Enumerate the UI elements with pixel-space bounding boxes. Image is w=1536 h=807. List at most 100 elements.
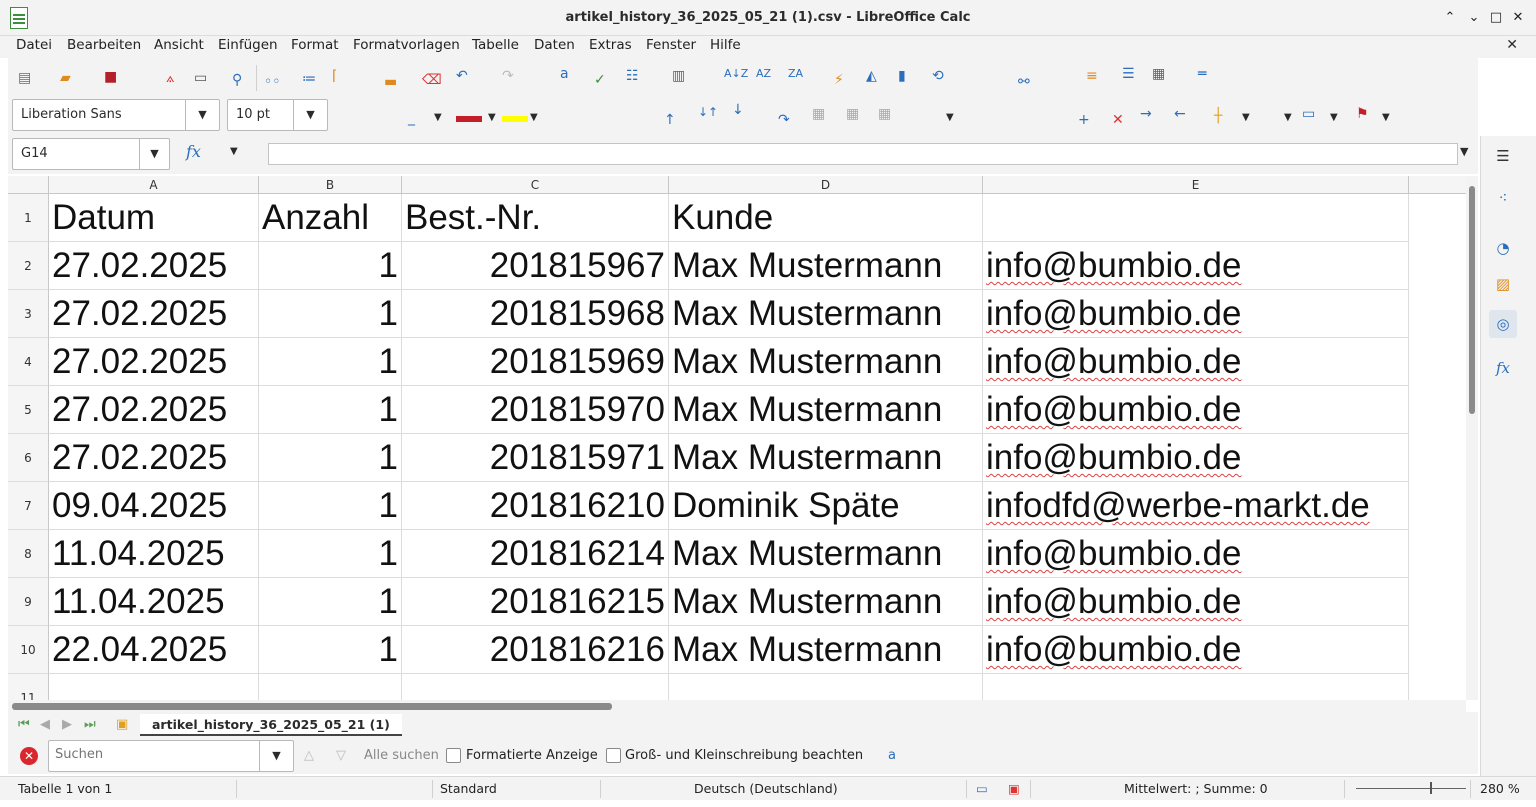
freeze-rows-icon[interactable]: ═ bbox=[1198, 66, 1206, 82]
insert-chart-icon[interactable]: ▮ bbox=[898, 68, 906, 84]
cell-a8[interactable]: 11.04.2025 bbox=[49, 530, 259, 578]
cell-a4[interactable]: 27.02.2025 bbox=[49, 338, 259, 386]
column-header-a[interactable]: A bbox=[49, 176, 259, 194]
unmerge-cells-icon[interactable]: ▦ bbox=[878, 106, 891, 122]
pivot-table-icon[interactable]: ⟲ bbox=[932, 68, 944, 84]
hyperlink-icon[interactable]: ⚯ bbox=[1018, 74, 1030, 90]
row-header[interactable]: 10 bbox=[8, 626, 49, 674]
cell-c6[interactable]: 201815971 bbox=[402, 434, 669, 482]
column-icon[interactable]: ▥ bbox=[672, 68, 685, 84]
close-find-icon[interactable]: ✕ bbox=[20, 747, 38, 765]
cell-b2[interactable]: 1 bbox=[259, 242, 402, 290]
find-next-icon[interactable]: ▽ bbox=[336, 748, 346, 763]
sheet-tab[interactable]: artikel_history_36_2025_05_21 (1) bbox=[140, 714, 402, 736]
increase-indent-icon[interactable]: → bbox=[1140, 106, 1152, 122]
cell-b1[interactable]: Anzahl bbox=[259, 194, 402, 242]
insert-image-icon[interactable]: ◭ bbox=[866, 68, 877, 84]
cell-e8[interactable]: info@bumbio.de bbox=[983, 530, 1409, 578]
search-input-box[interactable]: ▼ bbox=[48, 740, 294, 772]
align-top-icon[interactable]: ↑ bbox=[664, 112, 676, 128]
document-modified-icon[interactable]: ▣ bbox=[1008, 781, 1020, 796]
close-window-button[interactable]: ✕ bbox=[1508, 8, 1528, 28]
row-header[interactable]: 1 bbox=[8, 194, 49, 242]
delete-decimal-icon[interactable]: ✕ bbox=[1112, 112, 1124, 128]
cell-d11[interactable] bbox=[669, 674, 983, 700]
export-pdf-icon[interactable]: ⟑ bbox=[166, 70, 175, 86]
zoom-level[interactable]: 280 % bbox=[1480, 781, 1520, 796]
sort-descending-icon[interactable]: ZA bbox=[788, 66, 803, 82]
cell-e10[interactable]: info@bumbio.de bbox=[983, 626, 1409, 674]
border-color-icon[interactable]: ▭ bbox=[1302, 106, 1315, 122]
autofilter-icon[interactable]: ⚡ bbox=[834, 72, 844, 88]
cell-d10[interactable]: Max Mustermann bbox=[669, 626, 983, 674]
cell-e5[interactable]: info@bumbio.de bbox=[983, 386, 1409, 434]
previous-sheet-icon[interactable]: ◀ bbox=[40, 717, 50, 732]
chevron-down-icon[interactable]: ▼ bbox=[1382, 110, 1390, 126]
clone-formatting-icon[interactable]: ⌈ bbox=[332, 68, 337, 84]
print-icon[interactable]: ▭ bbox=[194, 70, 207, 86]
cell-e3[interactable]: info@bumbio.de bbox=[983, 290, 1409, 338]
borders-icon[interactable]: ┼ bbox=[1214, 108, 1222, 124]
name-box[interactable]: G14 ▼ bbox=[12, 138, 170, 170]
menu-ansicht[interactable]: Ansicht bbox=[154, 37, 204, 53]
merge-center-icon[interactable]: ▦ bbox=[846, 106, 859, 122]
menu-hilfe[interactable]: Hilfe bbox=[710, 37, 741, 53]
cell-d5[interactable]: Max Mustermann bbox=[669, 386, 983, 434]
column-header-e[interactable]: E bbox=[983, 176, 1409, 194]
chevron-down-icon[interactable]: ▼ bbox=[230, 146, 238, 157]
match-case-checkbox[interactable] bbox=[606, 748, 621, 763]
add-sheet-icon[interactable]: ▣ bbox=[116, 717, 128, 732]
row-header[interactable]: 4 bbox=[8, 338, 49, 386]
styles-icon[interactable]: ◔ bbox=[1489, 234, 1517, 262]
row-header[interactable]: 11 bbox=[8, 674, 49, 700]
cell-c3[interactable]: 201815968 bbox=[402, 290, 669, 338]
last-sheet-icon[interactable]: ⏭ bbox=[84, 717, 96, 732]
first-sheet-icon[interactable]: ⏮ bbox=[18, 717, 30, 732]
align-bottom-icon[interactable]: ↓ bbox=[732, 102, 744, 118]
spelling-icon[interactable]: ◦◦ bbox=[264, 74, 281, 90]
sort-icon[interactable]: A↓Z bbox=[724, 66, 748, 82]
find-all-button[interactable]: Alle suchen bbox=[364, 748, 439, 763]
clear-formatting-icon[interactable]: ⌫ bbox=[422, 72, 442, 88]
cell-d7[interactable]: Dominik Späte bbox=[669, 482, 983, 530]
cell-b4[interactable]: 1 bbox=[259, 338, 402, 386]
cell-e11[interactable] bbox=[983, 674, 1409, 700]
cell-d9[interactable]: Max Mustermann bbox=[669, 578, 983, 626]
row-header[interactable]: 5 bbox=[8, 386, 49, 434]
menu-formatvorlagen[interactable]: Formatvorlagen bbox=[353, 37, 460, 53]
cell-e9[interactable]: info@bumbio.de bbox=[983, 578, 1409, 626]
font-size-combo[interactable]: 10 pt ▼ bbox=[227, 99, 328, 131]
font-name-combo[interactable]: Liberation Sans ▼ bbox=[12, 99, 220, 131]
cell-c5[interactable]: 201815970 bbox=[402, 386, 669, 434]
cell-b11[interactable] bbox=[259, 674, 402, 700]
merge-cells-icon[interactable]: ▦ bbox=[812, 106, 825, 122]
row-header[interactable]: 3 bbox=[8, 290, 49, 338]
cell-b7[interactable]: 1 bbox=[259, 482, 402, 530]
chevron-down-icon[interactable]: ▼ bbox=[259, 741, 293, 771]
cell-d4[interactable]: Max Mustermann bbox=[669, 338, 983, 386]
column-header-d[interactable]: D bbox=[669, 176, 983, 194]
chevron-down-icon[interactable]: ▼ bbox=[1284, 110, 1292, 126]
search-input[interactable] bbox=[55, 747, 255, 762]
chevron-down-icon[interactable]: ▼ bbox=[530, 110, 538, 126]
menu-einfuegen[interactable]: Einfügen bbox=[218, 37, 278, 53]
chevron-down-icon[interactable]: ▼ bbox=[488, 110, 496, 126]
menu-extras[interactable]: Extras bbox=[589, 37, 632, 53]
cell-a10[interactable]: 22.04.2025 bbox=[49, 626, 259, 674]
vertical-scroll-thumb[interactable] bbox=[1469, 186, 1475, 414]
find-previous-icon[interactable]: △ bbox=[304, 748, 314, 763]
cell-c10[interactable]: 201816216 bbox=[402, 626, 669, 674]
next-sheet-icon[interactable]: ▶ bbox=[62, 717, 72, 732]
cell-e6[interactable]: info@bumbio.de bbox=[983, 434, 1409, 482]
cell-c8[interactable]: 201816214 bbox=[402, 530, 669, 578]
cell-a3[interactable]: 27.02.2025 bbox=[49, 290, 259, 338]
menu-daten[interactable]: Daten bbox=[534, 37, 575, 53]
select-all-corner[interactable] bbox=[8, 176, 49, 194]
menu-tabelle[interactable]: Tabelle bbox=[472, 37, 519, 53]
chevron-down-icon[interactable]: ▼ bbox=[293, 100, 327, 130]
language-status[interactable]: Deutsch (Deutschland) bbox=[694, 781, 838, 796]
chevron-down-icon[interactable]: ▼ bbox=[434, 110, 442, 126]
cell-c11[interactable] bbox=[402, 674, 669, 700]
redo-icon[interactable]: ↷ bbox=[502, 68, 514, 84]
spreadsheet-grid[interactable]: A B C D E 1 Datum Anzahl Best.-Nr. Kunde 2 27.… bbox=[8, 176, 1466, 700]
